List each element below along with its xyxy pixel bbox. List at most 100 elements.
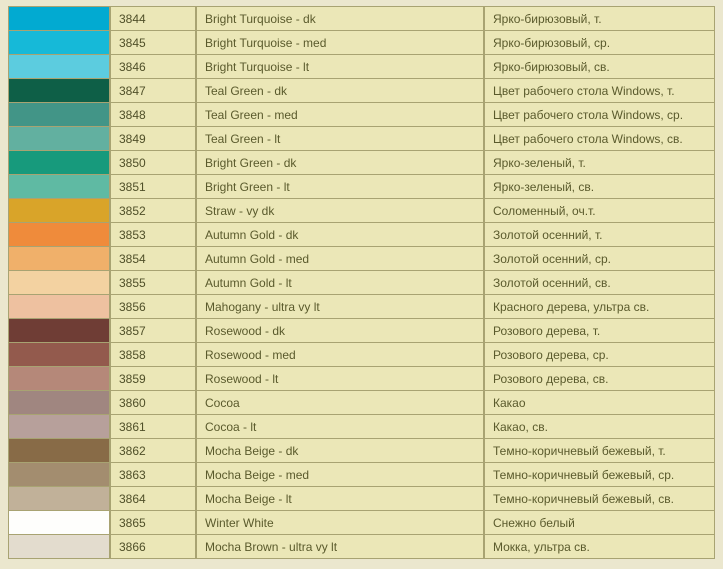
color-name-en: Rosewood - dk xyxy=(196,319,484,343)
swatch-cell xyxy=(8,199,110,223)
color-code: 3857 xyxy=(110,319,196,343)
color-name-en: Mocha Beige - lt xyxy=(196,487,484,511)
color-name-ru: Мокка, ультра св. xyxy=(484,535,715,559)
color-swatch xyxy=(9,439,109,462)
color-swatch xyxy=(9,511,109,534)
table-row: 3847Teal Green - dkЦвет рабочего стола W… xyxy=(8,79,715,103)
color-code: 3861 xyxy=(110,415,196,439)
color-code: 3851 xyxy=(110,175,196,199)
table-row: 3849Teal Green - ltЦвет рабочего стола W… xyxy=(8,127,715,151)
color-name-ru: Цвет рабочего стола Windows, т. xyxy=(484,79,715,103)
table-row: 3858Rosewood - medРозового дерева, ср. xyxy=(8,343,715,367)
color-swatch xyxy=(9,295,109,318)
color-name-ru: Ярко-бирюзовый, т. xyxy=(484,6,715,31)
color-code: 3859 xyxy=(110,367,196,391)
table-row: 3855Autumn Gold - ltЗолотой осенний, св. xyxy=(8,271,715,295)
color-code: 3853 xyxy=(110,223,196,247)
table-row: 3862Mocha Beige - dkТемно-коричневый беж… xyxy=(8,439,715,463)
table-row: 3848Teal Green - medЦвет рабочего стола … xyxy=(8,103,715,127)
color-swatch xyxy=(9,199,109,222)
color-code: 3845 xyxy=(110,31,196,55)
swatch-cell xyxy=(8,31,110,55)
swatch-cell xyxy=(8,295,110,319)
color-name-en: Winter White xyxy=(196,511,484,535)
color-swatch xyxy=(9,127,109,150)
table-row: 3852Straw - vy dkСоломенный, оч.т. xyxy=(8,199,715,223)
swatch-cell xyxy=(8,6,110,31)
color-name-ru: Темно-коричневый бежевый, св. xyxy=(484,487,715,511)
color-code: 3844 xyxy=(110,6,196,31)
color-name-ru: Какао xyxy=(484,391,715,415)
color-code: 3852 xyxy=(110,199,196,223)
color-swatch xyxy=(9,223,109,246)
table-row: 3863Mocha Beige - medТемно-коричневый бе… xyxy=(8,463,715,487)
color-name-en: Straw - vy dk xyxy=(196,199,484,223)
table-row: 3856Mahogany - ultra vy ltКрасного дерев… xyxy=(8,295,715,319)
color-swatch xyxy=(9,535,109,558)
color-name-en: Mocha Beige - dk xyxy=(196,439,484,463)
swatch-cell xyxy=(8,367,110,391)
color-code: 3847 xyxy=(110,79,196,103)
swatch-cell xyxy=(8,535,110,559)
table-row: 3844Bright Turquoise - dkЯрко-бирюзовый,… xyxy=(8,6,715,31)
color-name-en: Teal Green - med xyxy=(196,103,484,127)
color-name-en: Cocoa - lt xyxy=(196,415,484,439)
color-name-en: Autumn Gold - dk xyxy=(196,223,484,247)
table-row: 3854Autumn Gold - medЗолотой осенний, ср… xyxy=(8,247,715,271)
swatch-cell xyxy=(8,319,110,343)
color-name-en: Bright Turquoise - med xyxy=(196,31,484,55)
color-code: 3850 xyxy=(110,151,196,175)
color-swatch xyxy=(9,415,109,438)
color-table: 3844Bright Turquoise - dkЯрко-бирюзовый,… xyxy=(8,6,715,559)
color-code: 3856 xyxy=(110,295,196,319)
color-swatch xyxy=(9,103,109,126)
table-row: 3864Mocha Beige - ltТемно-коричневый беж… xyxy=(8,487,715,511)
color-name-ru: Красного дерева, ультра св. xyxy=(484,295,715,319)
color-name-ru: Розового дерева, св. xyxy=(484,367,715,391)
color-code: 3846 xyxy=(110,55,196,79)
color-swatch xyxy=(9,367,109,390)
color-code: 3865 xyxy=(110,511,196,535)
color-name-ru: Ярко-зеленый, св. xyxy=(484,175,715,199)
color-code: 3866 xyxy=(110,535,196,559)
swatch-cell xyxy=(8,391,110,415)
color-swatch xyxy=(9,175,109,198)
color-swatch xyxy=(9,7,109,30)
color-swatch xyxy=(9,391,109,414)
color-name-ru: Ярко-бирюзовый, св. xyxy=(484,55,715,79)
color-name-ru: Золотой осенний, т. xyxy=(484,223,715,247)
swatch-cell xyxy=(8,103,110,127)
table-row: 3859Rosewood - ltРозового дерева, св. xyxy=(8,367,715,391)
swatch-cell xyxy=(8,511,110,535)
color-swatch xyxy=(9,247,109,270)
color-code: 3862 xyxy=(110,439,196,463)
color-name-en: Mocha Beige - med xyxy=(196,463,484,487)
color-name-en: Teal Green - dk xyxy=(196,79,484,103)
color-name-en: Bright Green - lt xyxy=(196,175,484,199)
swatch-cell xyxy=(8,55,110,79)
color-name-ru: Ярко-бирюзовый, ср. xyxy=(484,31,715,55)
color-name-ru: Розового дерева, ср. xyxy=(484,343,715,367)
color-name-ru: Цвет рабочего стола Windows, св. xyxy=(484,127,715,151)
color-swatch xyxy=(9,343,109,366)
table-row: 3853Autumn Gold - dkЗолотой осенний, т. xyxy=(8,223,715,247)
swatch-cell xyxy=(8,79,110,103)
color-code: 3860 xyxy=(110,391,196,415)
swatch-cell xyxy=(8,271,110,295)
swatch-cell xyxy=(8,223,110,247)
table-row: 3860CocoaКакао xyxy=(8,391,715,415)
color-name-en: Teal Green - lt xyxy=(196,127,484,151)
swatch-cell xyxy=(8,127,110,151)
swatch-cell xyxy=(8,487,110,511)
color-name-ru: Розового дерева, т. xyxy=(484,319,715,343)
color-name-en: Rosewood - med xyxy=(196,343,484,367)
color-swatch xyxy=(9,319,109,342)
color-name-ru: Соломенный, оч.т. xyxy=(484,199,715,223)
color-swatch xyxy=(9,271,109,294)
color-code: 3864 xyxy=(110,487,196,511)
color-name-ru: Золотой осенний, ср. xyxy=(484,247,715,271)
table-row: 3866Mocha Brown - ultra vy ltМокка, ульт… xyxy=(8,535,715,559)
color-code: 3854 xyxy=(110,247,196,271)
color-code: 3849 xyxy=(110,127,196,151)
color-name-ru: Темно-коричневый бежевый, ср. xyxy=(484,463,715,487)
